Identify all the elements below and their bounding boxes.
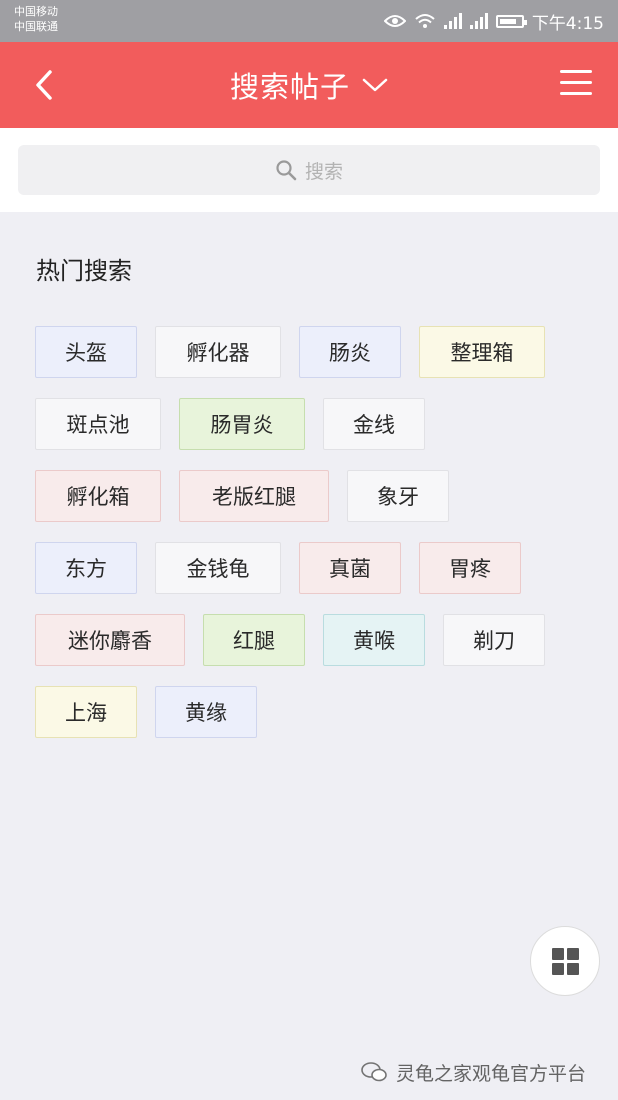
menu-button[interactable] [560,70,592,100]
status-bar: 中国移动 中国联通 下午4:15 [0,0,618,42]
hot-tag[interactable]: 胃疼 [419,542,521,594]
carrier-name-1: 中国移动 [14,5,58,18]
hot-tag[interactable]: 真菌 [299,542,401,594]
hot-search-title: 热门搜索 [36,257,132,285]
hot-tag[interactable]: 斑点池 [35,398,161,450]
search-placeholder: 搜索 [304,160,343,183]
hot-tag[interactable]: 金线 [323,398,425,450]
status-time: 下午4:15 [531,13,604,34]
nav-title: 搜索帖子 [229,70,350,104]
search-icon [276,160,297,181]
watermark: 灵龟之家观龟官方平台 [360,1054,586,1090]
nav-bar: 搜索帖子 [0,42,618,128]
carrier-info: 中国移动 中国联通 [14,4,58,34]
hot-tag[interactable]: 象牙 [347,470,449,522]
hot-tag[interactable]: 肠胃炎 [179,398,305,450]
carrier-name-2: 中国联通 [14,20,58,33]
search-area: 搜索 [0,128,618,212]
hot-tag[interactable]: 黄喉 [323,614,425,666]
hot-tag[interactable]: 剃刀 [443,614,545,666]
wifi-icon [415,14,435,28]
hamburger-icon-line [560,70,592,73]
grid-icon [551,947,579,975]
hamburger-icon-line [560,81,592,84]
signal-icon-1 [443,13,462,29]
hot-tag[interactable]: 孵化箱 [35,470,161,522]
hot-tag[interactable]: 头盔 [35,326,137,378]
grid-menu-button[interactable] [530,926,600,996]
nav-title-dropdown[interactable]: 搜索帖子 [0,42,618,128]
hot-tag[interactable]: 孵化器 [155,326,281,378]
signal-icon-2 [469,13,488,29]
chevron-down-icon [362,78,388,92]
hot-tag[interactable]: 老版红腿 [179,470,329,522]
hot-tag[interactable]: 肠炎 [299,326,401,378]
hot-tag[interactable]: 黄缘 [155,686,257,738]
hot-tag[interactable]: 金钱龟 [155,542,281,594]
hot-tag[interactable]: 东方 [35,542,137,594]
hot-tag[interactable]: 上海 [35,686,137,738]
hot-tag[interactable]: 整理箱 [419,326,545,378]
watermark-text: 灵龟之家观龟官方平台 [396,1062,587,1085]
status-icons: 下午4:15 [383,9,604,34]
battery-icon [495,14,527,28]
wechat-icon [361,1062,387,1082]
hot-tag[interactable]: 红腿 [203,614,305,666]
hot-tag[interactable]: 迷你麝香 [35,614,185,666]
eye-icon [383,15,406,27]
search-input[interactable]: 搜索 [18,145,600,195]
hamburger-icon-line [560,92,592,95]
